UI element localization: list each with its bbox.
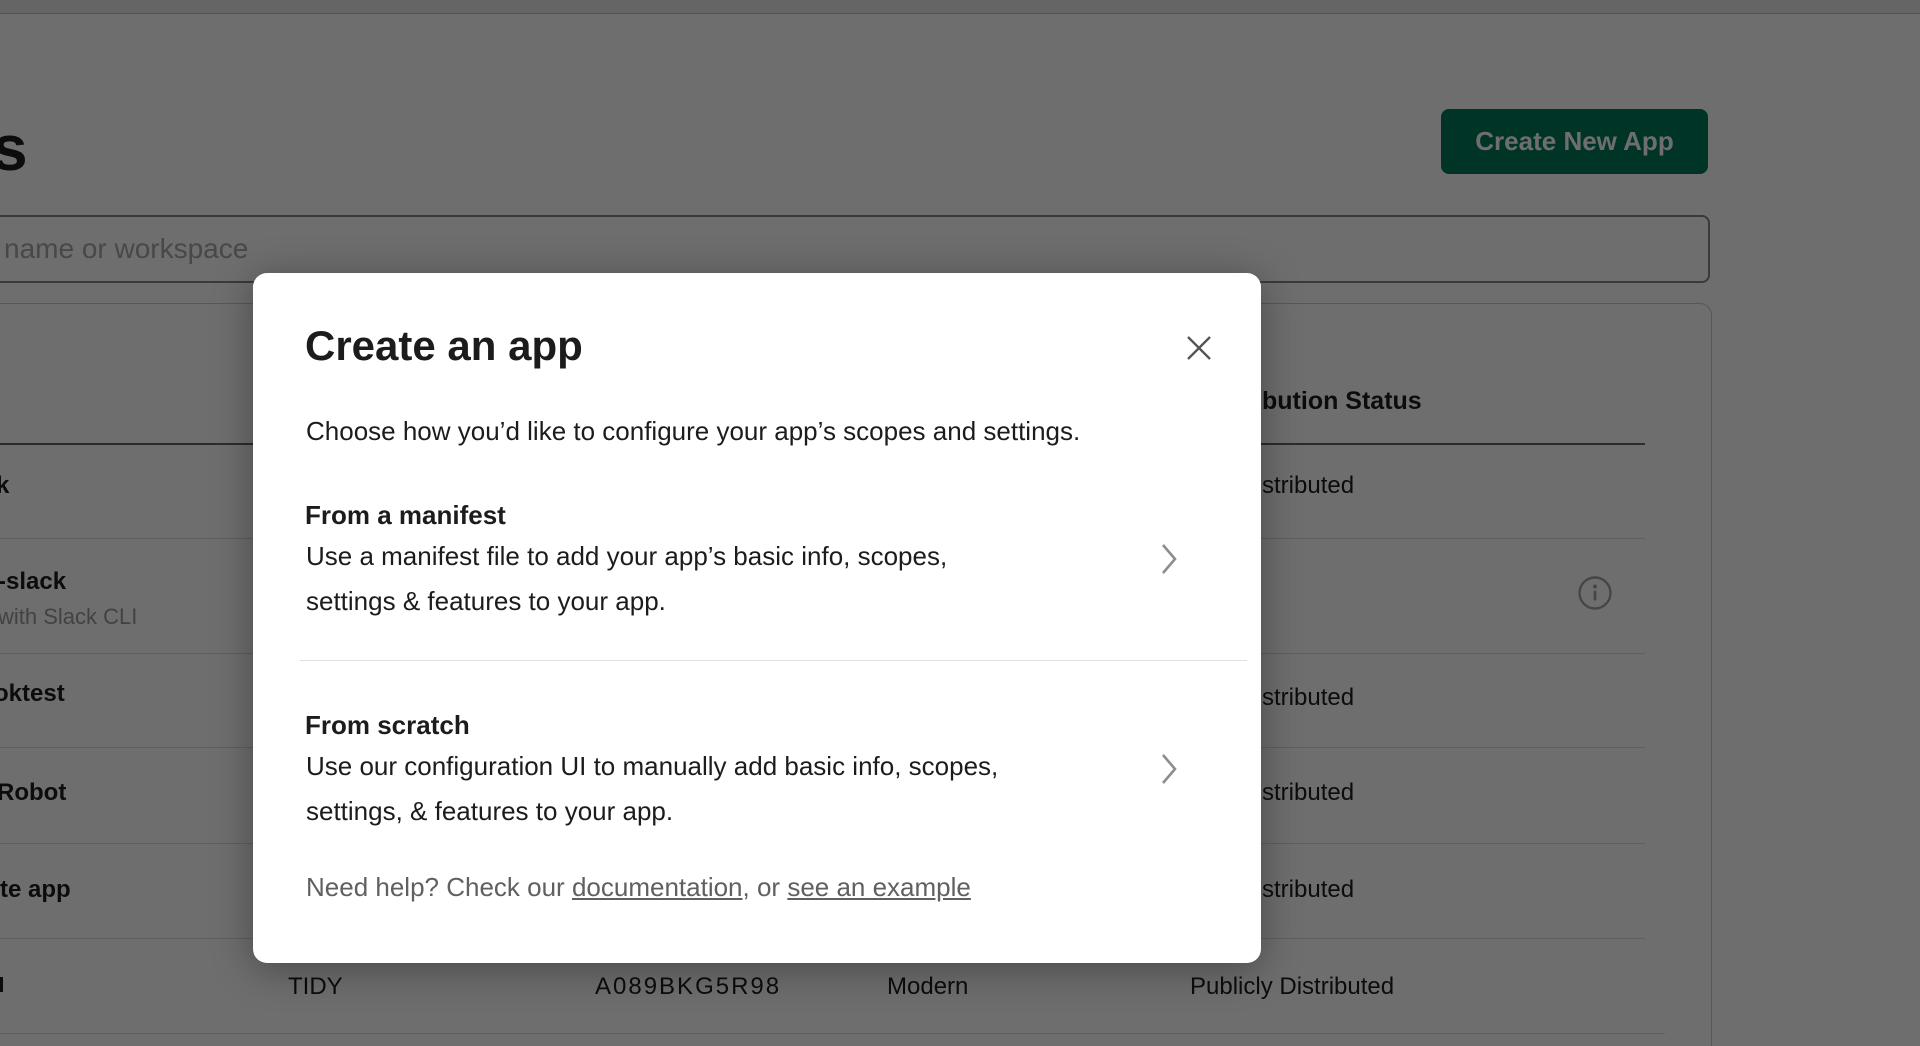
chevron-right-icon[interactable] [1160,542,1178,581]
screen: s Create New App bution Status k stribut… [0,0,1920,1046]
documentation-link[interactable]: documentation [572,872,743,902]
option-from-scratch[interactable]: From scratch [305,710,470,741]
close-icon[interactable] [1181,331,1217,367]
see-an-example-link[interactable]: see an example [787,872,971,902]
help-middle: , or [743,872,788,902]
option-from-scratch-desc-line2: settings, & features to your app. [306,796,673,827]
chevron-right-icon[interactable] [1160,752,1178,791]
create-an-app-modal: Create an app Choose how you’d like to c… [253,273,1261,963]
option-from-manifest[interactable]: From a manifest [305,500,506,531]
modal-help-text: Need help? Check our documentation, or s… [306,872,971,903]
option-from-scratch-desc-line1: Use our configuration UI to manually add… [306,751,998,782]
modal-intro-text: Choose how you’d like to configure your … [306,416,1080,447]
option-from-manifest-desc-line2: settings & features to your app. [306,586,666,617]
modal-divider [300,660,1247,661]
help-prefix: Need help? Check our [306,872,572,902]
option-from-manifest-desc-line1: Use a manifest file to add your app’s ba… [306,541,947,572]
modal-title: Create an app [305,322,583,369]
